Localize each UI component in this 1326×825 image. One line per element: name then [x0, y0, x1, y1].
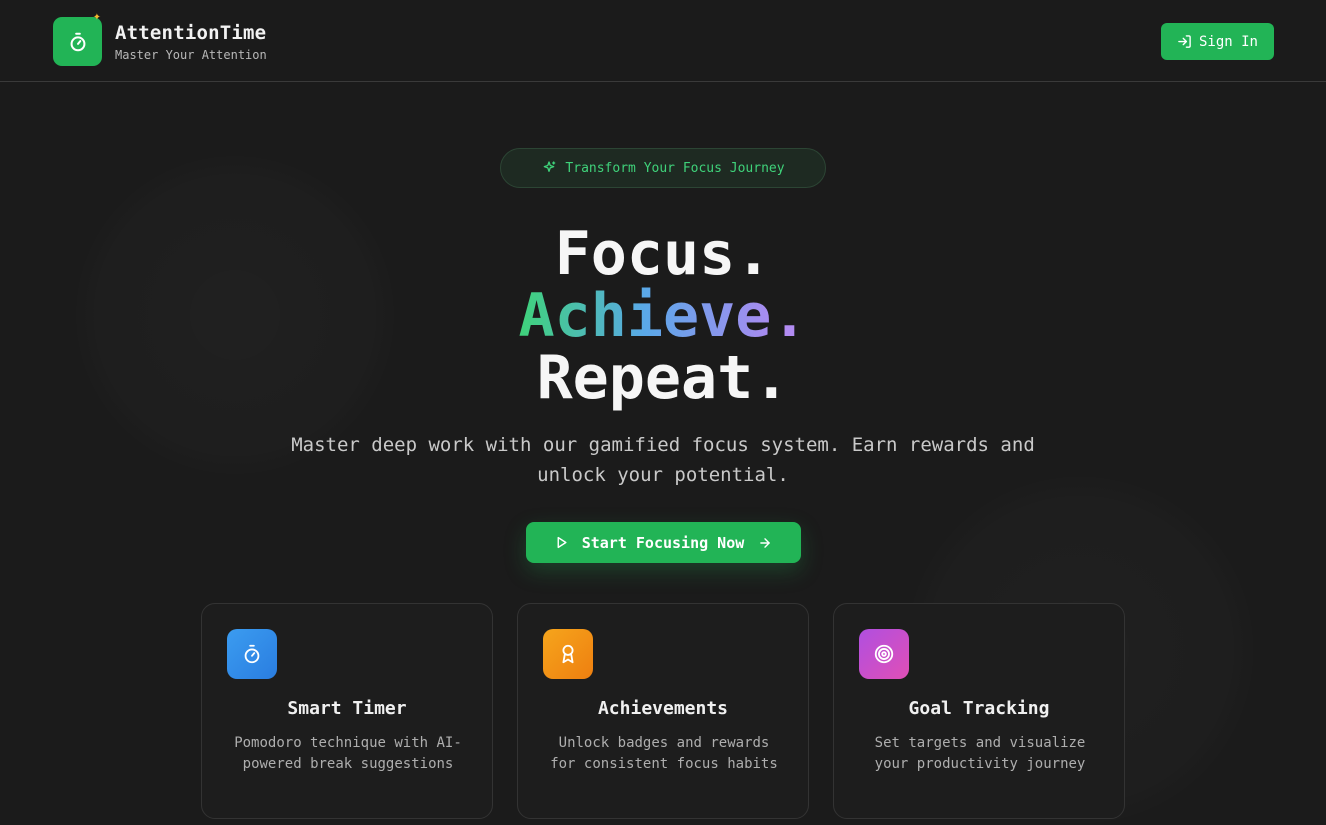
tagline-text: Transform Your Focus Journey	[565, 160, 785, 176]
hero-achieve-word: Achieve	[518, 281, 772, 351]
logo[interactable]	[53, 17, 102, 66]
top-header: ✦ AttentionTime Master Your Attention Si…	[0, 0, 1326, 82]
landing-page: ✦ AttentionTime Master Your Attention Si…	[0, 0, 1326, 825]
feature-card-goal-tracking: Goal Tracking Set targets and visualize …	[833, 603, 1125, 819]
hero-line-repeat: Repeat.	[536, 343, 790, 413]
feature-icon-box	[859, 629, 909, 679]
stopwatch-icon	[70, 32, 85, 51]
target-icon	[874, 644, 894, 664]
sign-in-label: Sign In	[1198, 33, 1258, 50]
hero-achieve-dot: .	[771, 281, 808, 351]
feature-icon-box	[543, 629, 593, 679]
feature-title: Achievements	[597, 698, 729, 719]
feature-description: Set targets and visualize your productiv…	[874, 735, 1086, 772]
start-focusing-label: Start Focusing Now	[581, 533, 745, 552]
tagline-badge: Transform Your Focus Journey	[500, 148, 826, 188]
feature-title: Smart Timer	[287, 698, 407, 719]
hero-line-focus: Focus.	[554, 219, 772, 289]
feature-description: Unlock badges and rewards for consistent…	[550, 735, 778, 772]
feature-title: Goal Tracking	[908, 698, 1050, 719]
sparkle-icon: ✦	[93, 9, 101, 24]
brand-title: AttentionTime	[115, 22, 267, 44]
feature-description: Pomodoro technique with AI-powered break…	[234, 735, 462, 772]
sign-in-icon	[1178, 35, 1191, 48]
timer-icon	[244, 644, 260, 664]
award-icon	[562, 644, 574, 664]
sign-in-button[interactable]: Sign In	[1161, 23, 1274, 60]
feature-icon-box	[227, 629, 277, 679]
play-icon	[557, 536, 567, 549]
hero-subtitle: Master deep work with our gamified focus…	[291, 434, 1035, 486]
start-focusing-button[interactable]: Start Focusing Now	[526, 522, 801, 563]
arrow-right-icon	[760, 537, 771, 548]
hero-line-achieve: Achieve.	[0, 284, 1326, 348]
feature-card-achievements: Achievements Unlock badges and rewards f…	[517, 603, 809, 819]
feature-card-smart-timer: Smart Timer Pomodoro technique with AI-p…	[201, 603, 493, 819]
brand-subtitle: Master Your Attention	[115, 48, 267, 62]
sparkles-icon	[544, 161, 556, 172]
